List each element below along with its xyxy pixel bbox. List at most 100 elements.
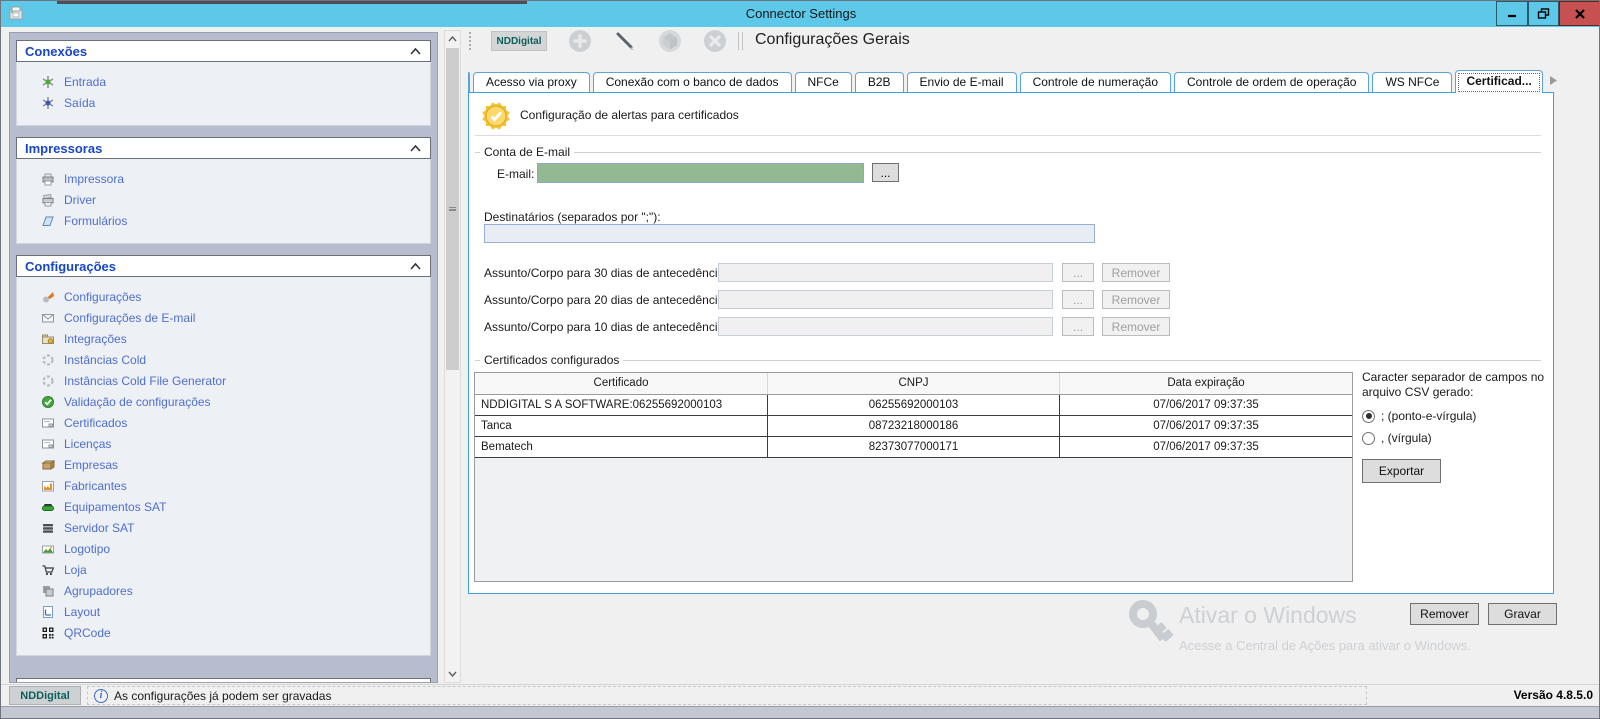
sidebar-item-configuracoes[interactable]: Configurações xyxy=(17,286,430,307)
chevron-up-icon xyxy=(409,261,422,271)
process-cube-button[interactable] xyxy=(657,28,683,54)
tab-conexao-banco-dados[interactable]: Conexão com o banco de dados xyxy=(593,72,792,93)
footer-save-button[interactable]: Gravar xyxy=(1488,603,1557,625)
cold-instance-icon xyxy=(41,374,55,388)
edit-pencil-button[interactable] xyxy=(612,28,638,54)
export-button[interactable]: Exportar xyxy=(1362,459,1441,483)
sidebar-group-header-jobs-nfce[interactable]: Jobs de trabalho NFC-e xyxy=(16,678,431,683)
sidebar-item-label: Saída xyxy=(64,96,95,110)
restore-button[interactable] xyxy=(1528,1,1559,26)
table-row[interactable]: NDDIGITAL S A SOFTWARE:06255692000103 06… xyxy=(475,395,1352,416)
radio-semicolon-option[interactable]: ; (ponto-e-vírgula) xyxy=(1362,409,1476,423)
sidebar-item-qrcode[interactable]: QRCode xyxy=(17,622,430,643)
toolbar-grip-icon[interactable] xyxy=(469,32,473,50)
sidebar-item-integracoes[interactable]: Integrações xyxy=(17,328,430,349)
tab-certificados-active[interactable]: Certificad... xyxy=(1455,70,1542,93)
subject-20-input[interactable] xyxy=(718,290,1053,309)
sidebar-item-entrada[interactable]: Entrada xyxy=(17,71,430,92)
settings-icon xyxy=(41,290,55,304)
column-header-cnpj[interactable]: CNPJ xyxy=(768,373,1060,394)
sidebar-group-header-impressoras[interactable]: Impressoras xyxy=(16,137,431,159)
sidebar-item-instancias-cold[interactable]: Instâncias Cold xyxy=(17,349,430,370)
sidebar-item-label: Impressora xyxy=(64,172,124,186)
printer-driver-icon xyxy=(41,193,55,207)
sidebar-item-loja[interactable]: Loja xyxy=(17,559,430,580)
cold-instance-icon xyxy=(41,353,55,367)
sidebar-item-formularios[interactable]: Formulários xyxy=(17,210,430,231)
email-group-line xyxy=(475,152,1541,153)
group-body: Configurações Configurações de E-mail In… xyxy=(16,277,431,656)
certificates-table: Certificado CNPJ Data expiração NDDIGITA… xyxy=(474,372,1353,582)
background-window-edge xyxy=(57,1,527,4)
footer-remove-button[interactable]: Remover xyxy=(1410,603,1479,625)
sidebar-item-driver[interactable]: Driver xyxy=(17,189,430,210)
cancel-button[interactable] xyxy=(702,28,728,54)
sidebar-item-licencas[interactable]: Licenças xyxy=(17,433,430,454)
tab-scroll-right-icon[interactable] xyxy=(1549,75,1559,86)
sidebar-item-instancias-cold-file-generator[interactable]: Instâncias Cold File Generator xyxy=(17,370,430,391)
subject-20-browse-button[interactable]: ... xyxy=(1062,290,1094,309)
radio-unselected-icon[interactable] xyxy=(1362,432,1375,445)
sidebar-item-configuracoes-email[interactable]: Configurações de E-mail xyxy=(17,307,430,328)
radio-selected-icon[interactable] xyxy=(1362,410,1375,423)
column-header-certificado[interactable]: Certificado xyxy=(475,373,768,394)
sidebar-item-label: Configurações xyxy=(64,290,141,304)
minimize-button[interactable] xyxy=(1496,1,1528,26)
group-body: Impressora Driver Formulários xyxy=(16,159,431,244)
subject-10-remove-button[interactable]: Remover xyxy=(1102,317,1170,336)
sidebar-group-header-configuracoes[interactable]: Configurações xyxy=(16,255,431,277)
sidebar-item-label: Instâncias Cold File Generator xyxy=(64,374,226,388)
add-button[interactable] xyxy=(567,28,593,54)
tab-envio-email[interactable]: Envio de E-mail xyxy=(907,72,1017,93)
cell-data-expiracao: 07/06/2017 09:37:35 xyxy=(1060,416,1352,436)
subject-30-remove-button[interactable]: Remover xyxy=(1102,263,1170,282)
scroll-up-arrow-icon[interactable] xyxy=(445,31,460,47)
subject-30-browse-button[interactable]: ... xyxy=(1062,263,1094,282)
scrollbar-thumb[interactable] xyxy=(446,48,459,370)
subject-20-remove-button[interactable]: Remover xyxy=(1102,290,1170,309)
radio-comma-option[interactable]: , (vírgula) xyxy=(1362,431,1432,445)
sidebar-group-header-conexoes[interactable]: Conexões xyxy=(16,40,431,62)
sidebar-item-servidor-sat[interactable]: Servidor SAT xyxy=(17,517,430,538)
radio-label: ; (ponto-e-vírgula) xyxy=(1381,409,1476,423)
tab-b2b[interactable]: B2B xyxy=(855,72,904,93)
tab-nfce[interactable]: NFCe xyxy=(795,72,852,93)
email-browse-button[interactable]: ... xyxy=(872,163,899,182)
sidebar-item-equipamentos-sat[interactable]: Equipamentos SAT xyxy=(17,496,430,517)
sidebar-item-label: Empresas xyxy=(64,458,118,472)
sidebar-item-logotipo[interactable]: Logotipo xyxy=(17,538,430,559)
connector-in-icon xyxy=(41,75,55,89)
recipients-input[interactable] xyxy=(484,224,1095,243)
sidebar-item-fabricantes[interactable]: Fabricantes xyxy=(17,475,430,496)
shopping-cart-icon xyxy=(41,563,55,577)
cell-cnpj: 06255692000103 xyxy=(768,395,1060,415)
sidebar-item-impressora[interactable]: Impressora xyxy=(17,168,430,189)
form-page-icon xyxy=(41,214,55,228)
tab-controle-ordem-operacao[interactable]: Controle de ordem de operação xyxy=(1174,72,1369,93)
subject-30-input[interactable] xyxy=(718,263,1053,282)
sidebar-item-agrupadores[interactable]: Agrupadores xyxy=(17,580,430,601)
tab-acesso-via-proxy[interactable]: Acesso via proxy xyxy=(473,72,590,93)
tab-controle-numeracao[interactable]: Controle de numeração xyxy=(1020,72,1171,93)
tab-ws-nfce[interactable]: WS NFCe xyxy=(1372,72,1452,93)
sidebar-item-empresas[interactable]: Empresas xyxy=(17,454,430,475)
cell-data-expiracao: 07/06/2017 09:37:35 xyxy=(1060,437,1352,457)
subject-10-browse-button[interactable]: ... xyxy=(1062,317,1094,336)
close-button[interactable] xyxy=(1559,1,1600,26)
scroll-down-arrow-icon[interactable] xyxy=(445,666,460,682)
sidebar-scrollbar[interactable] xyxy=(444,30,461,683)
close-icon xyxy=(1574,8,1586,20)
tab-clipped[interactable] xyxy=(468,72,470,93)
subject-10-input[interactable] xyxy=(718,317,1053,336)
certificates-group-legend: Certificados configurados xyxy=(480,353,623,367)
sidebar-item-validacao-configuracoes[interactable]: Validação de configurações xyxy=(17,391,430,412)
table-row[interactable]: Bematech 82373077000171 07/06/2017 09:37… xyxy=(475,437,1352,458)
sidebar-item-saida[interactable]: Saída xyxy=(17,92,430,113)
window-bottom-edge xyxy=(1,706,1600,719)
sidebar-item-layout[interactable]: Layout xyxy=(17,601,430,622)
column-header-data-expiracao[interactable]: Data expiração xyxy=(1060,373,1352,394)
sidebar-item-certificados[interactable]: Certificados xyxy=(17,412,430,433)
email-input[interactable] xyxy=(537,163,864,183)
table-row[interactable]: Tanca 08723218000186 07/06/2017 09:37:35 xyxy=(475,416,1352,437)
status-message: As configurações já podem ser gravadas xyxy=(114,689,331,703)
